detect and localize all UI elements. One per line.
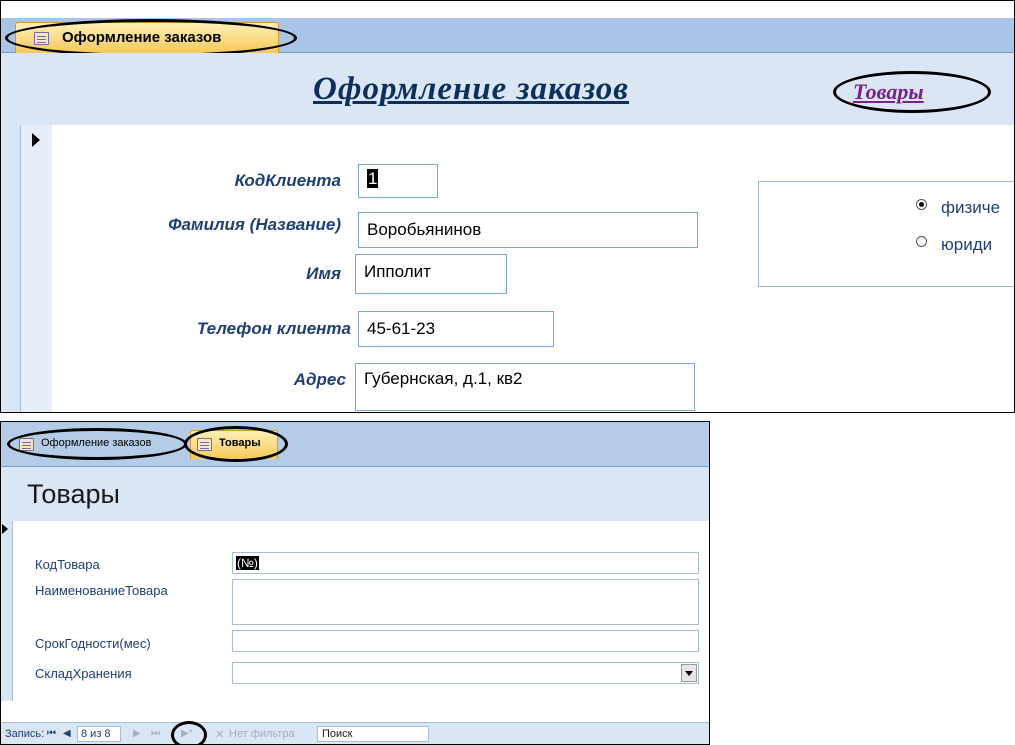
- highlight-oval: [7, 428, 187, 460]
- first-name-label: Имя: [306, 264, 341, 283]
- phone-field[interactable]: 45-61-23: [358, 311, 554, 347]
- record-position-input[interactable]: 8 из 8: [77, 726, 121, 742]
- dropdown-button[interactable]: [681, 664, 697, 682]
- record-label: Запись:: [5, 728, 45, 740]
- address-label: Адрес: [293, 370, 346, 389]
- dropdown-arrow-icon: [685, 671, 693, 676]
- warehouse-combobox[interactable]: [232, 662, 699, 684]
- product-id-field[interactable]: (№): [232, 552, 699, 574]
- client-id-value: 1: [367, 169, 379, 188]
- highlight-oval: [833, 71, 991, 113]
- radio-individual[interactable]: [916, 199, 927, 210]
- next-record-icon[interactable]: ▶: [133, 728, 141, 739]
- shelf-life-label: СрокГодности(мес): [35, 636, 151, 651]
- client-type-group: [758, 181, 1014, 287]
- radio-legal-label: юриди: [941, 235, 993, 254]
- address-field[interactable]: Губернская, д.1, кв2: [355, 363, 695, 411]
- shelf-life-field[interactable]: [232, 630, 699, 652]
- warehouse-label: СкладХранения: [35, 666, 132, 681]
- last-record-icon[interactable]: ⏭: [151, 728, 160, 739]
- record-navigation-bar: Запись: ⏮ ◀ 8 из 8 ▶ ⏭ ▶* ✕ Нет фильтра …: [1, 721, 709, 744]
- surname-field[interactable]: Воробьянинов: [358, 212, 698, 248]
- record-selector-strip: [20, 125, 52, 412]
- document-tab-bar: Оформление заказов: [1, 18, 1014, 57]
- search-box[interactable]: Поиск: [317, 726, 429, 742]
- highlight-oval: [5, 19, 297, 57]
- product-name-field[interactable]: [232, 579, 699, 625]
- radio-legal[interactable]: [916, 236, 927, 247]
- radio-individual-label: физиче: [941, 198, 1001, 217]
- record-selector[interactable]: [1, 521, 13, 701]
- record-selector-icon: [2, 524, 8, 534]
- product-id-value: (№): [236, 556, 259, 570]
- products-form-screenshot: Оформление заказов Товары Товары КодТова…: [0, 421, 710, 745]
- highlight-oval: [184, 426, 288, 462]
- first-record-icon[interactable]: ⏮: [47, 728, 56, 739]
- order-form-screenshot: Оформление заказов Оформление заказов То…: [0, 0, 1015, 413]
- client-id-label: КодКлиента: [234, 171, 341, 190]
- document-tab-bar: Оформление заказов Товары: [1, 422, 709, 467]
- product-id-label: КодТовара: [35, 557, 100, 572]
- record-selector-icon: [32, 133, 40, 147]
- filter-icon: ✕: [215, 729, 225, 741]
- filter-status[interactable]: Нет фильтра: [229, 728, 295, 740]
- client-id-field[interactable]: 1: [358, 164, 438, 198]
- phone-label: Телефон клиента: [196, 319, 351, 338]
- form-title: Оформление заказов: [313, 71, 630, 107]
- surname-label: Фамилия (Название): [168, 215, 341, 234]
- highlight-oval: [171, 721, 207, 744]
- first-name-field[interactable]: Ипполит: [355, 254, 507, 294]
- prev-record-icon[interactable]: ◀: [63, 728, 71, 739]
- form-title: Товары: [27, 479, 120, 509]
- product-name-label: НаименованиеТовара: [35, 583, 168, 598]
- record-selector[interactable]: [1, 125, 52, 412]
